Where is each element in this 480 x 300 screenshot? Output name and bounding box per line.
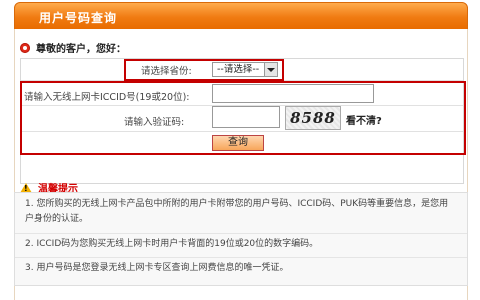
greeting-row: 尊敬的客户，您好： xyxy=(20,40,126,55)
tip-divider xyxy=(15,257,467,258)
page-title: 用户号码查询 xyxy=(39,11,118,25)
greeting-text: 尊敬的客户，您好： xyxy=(36,44,126,55)
tip-divider xyxy=(15,233,467,234)
info-dot-icon xyxy=(20,42,30,53)
tip-item: 3. 用户号码是您登录无线上网卡专区查询上网费信息的唯一凭证。 xyxy=(25,263,289,273)
tip-item: 2. ICCID码为您购买无线上网卡时用户卡背面的19位或20位的数字编码。 xyxy=(25,239,319,249)
warning-icon xyxy=(20,182,32,193)
tips-box: 1. 您所购买的无线上网卡产品包中所附的用户卡附带您的用户号码、ICCID码、P… xyxy=(14,192,468,286)
input-highlight-box xyxy=(20,81,466,155)
tip-item: 1. 您所购买的无线上网卡产品包中所附的用户卡附带您的用户号码、ICCID码、P… xyxy=(25,199,449,224)
page-title-bar: 用户号码查询 xyxy=(14,2,468,30)
province-highlight-box xyxy=(124,59,284,81)
